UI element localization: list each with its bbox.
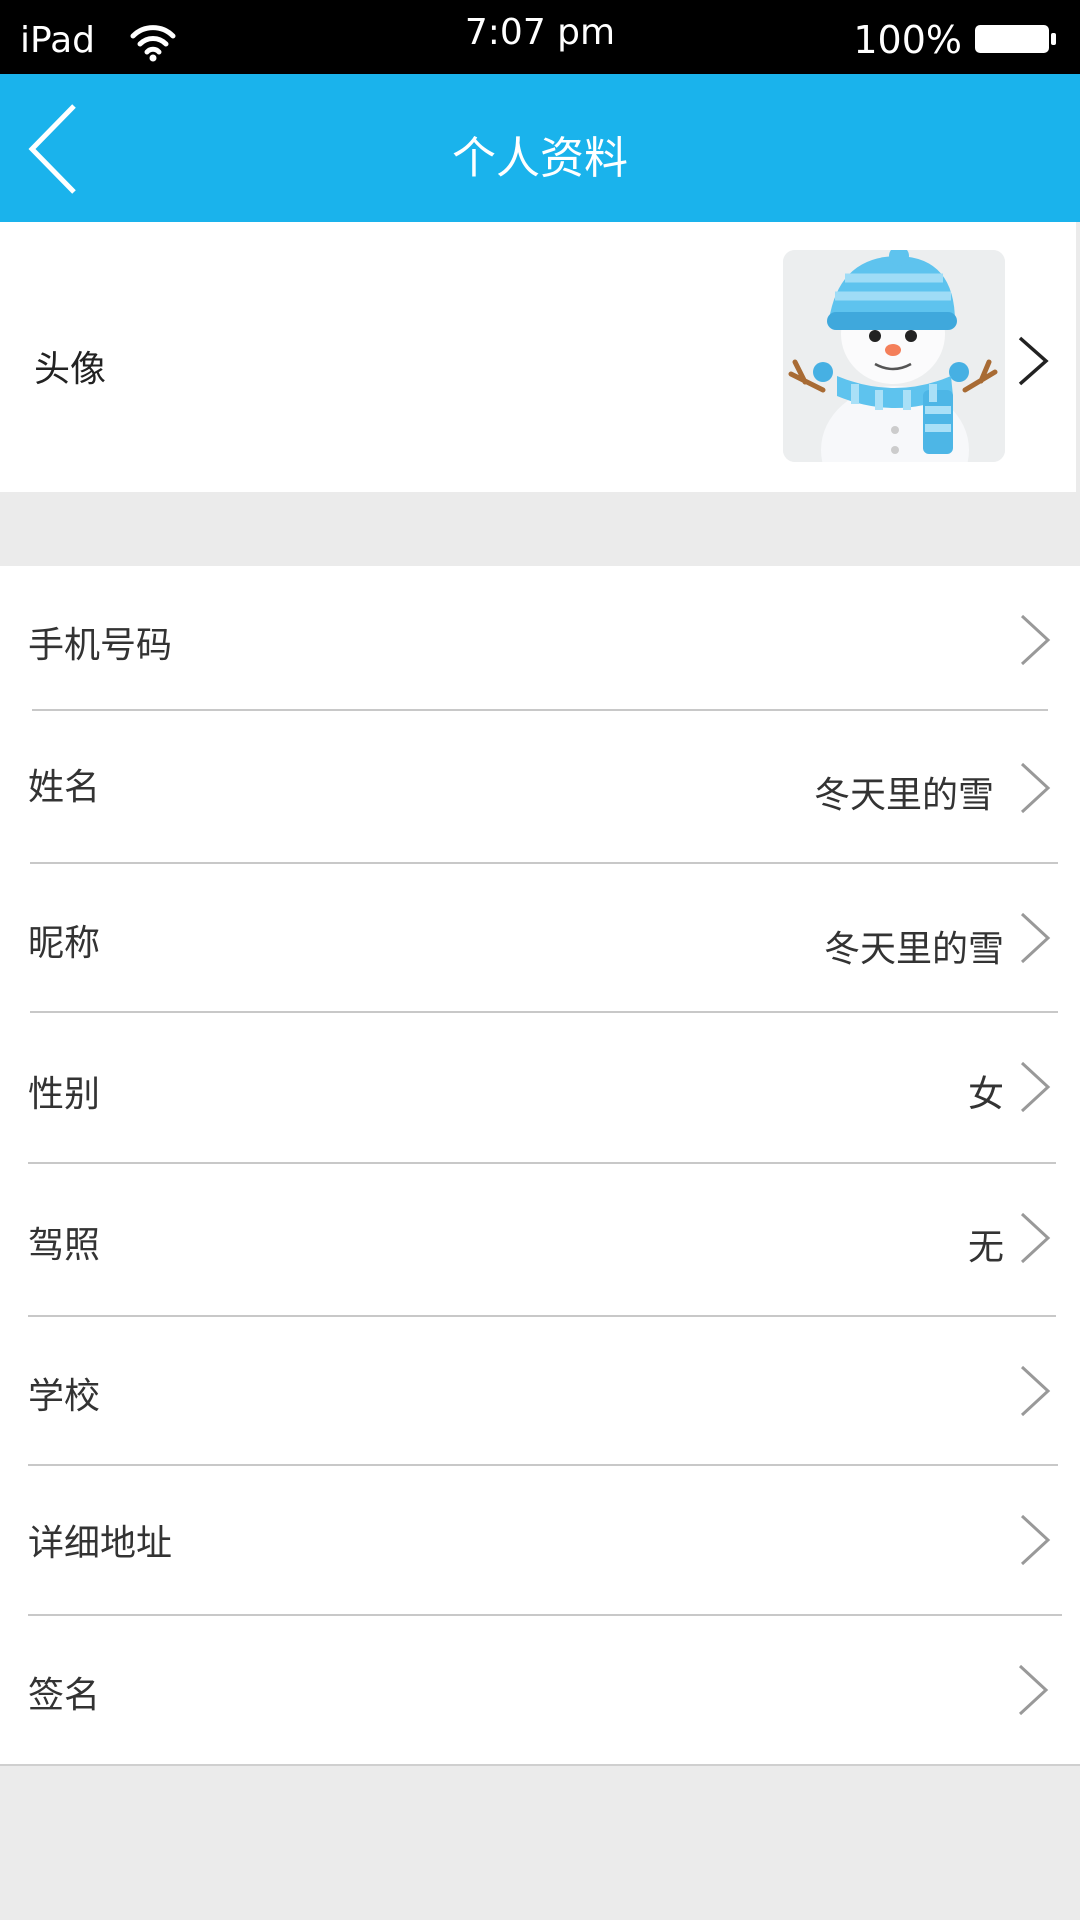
list-item-school[interactable]: 学校: [0, 1317, 1080, 1465]
row-label: 签名: [28, 1675, 101, 1716]
chevron-right-icon: [1020, 1365, 1051, 1417]
page-title: 个人资料: [452, 133, 628, 184]
row-label: 昵称: [28, 923, 101, 964]
list-item-nickname[interactable]: 昵称 冬天里的雪: [0, 864, 1080, 1012]
profile-list: 手机号码 姓名 冬天里的雪 昵称 冬天里的雪 性别 女 驾照 无 学校 详细地址…: [0, 566, 1080, 1766]
row-label: 驾照: [28, 1225, 101, 1266]
list-item-address[interactable]: 详细地址: [0, 1466, 1080, 1614]
chevron-right-icon: [1018, 1664, 1049, 1716]
list-item-gender[interactable]: 性别 女: [0, 1013, 1080, 1164]
avatar-row[interactable]: 头像: [0, 222, 1078, 492]
snowman-avatar-image: [783, 250, 1005, 462]
row-value: 女: [967, 1074, 1004, 1115]
row-value: 冬天里的雪: [813, 775, 994, 816]
row-label: 手机号码: [28, 625, 173, 666]
chevron-right-icon: [1020, 1514, 1051, 1566]
list-item-name[interactable]: 姓名 冬天里的雪: [0, 712, 1080, 864]
status-bar: iPad 7:07 pm 100%: [0, 0, 1080, 74]
row-value: 冬天里的雪: [823, 929, 1004, 970]
row-label: 详细地址: [28, 1523, 173, 1564]
battery-icon: [975, 25, 1056, 53]
nav-bar: 个人资料: [0, 74, 1080, 222]
chevron-right-icon: [1020, 1061, 1051, 1113]
row-value: 无: [967, 1227, 1004, 1268]
chevron-right-icon: [1018, 336, 1049, 386]
list-item-license[interactable]: 驾照 无: [0, 1164, 1080, 1316]
chevron-right-icon: [1020, 912, 1051, 964]
list-item-phone[interactable]: 手机号码: [0, 566, 1080, 712]
row-label: 性别: [28, 1074, 101, 1115]
chevron-right-icon: [1020, 762, 1051, 814]
avatar-label: 头像: [34, 349, 107, 390]
battery-percent: 100%: [853, 18, 962, 62]
chevron-right-icon: [1020, 1212, 1051, 1264]
row-label: 姓名: [28, 767, 101, 808]
row-label: 学校: [28, 1376, 101, 1417]
list-item-signature[interactable]: 签名: [0, 1616, 1080, 1764]
chevron-right-icon: [1020, 614, 1051, 666]
avatar[interactable]: [783, 250, 1005, 462]
divider: [32, 709, 1048, 711]
